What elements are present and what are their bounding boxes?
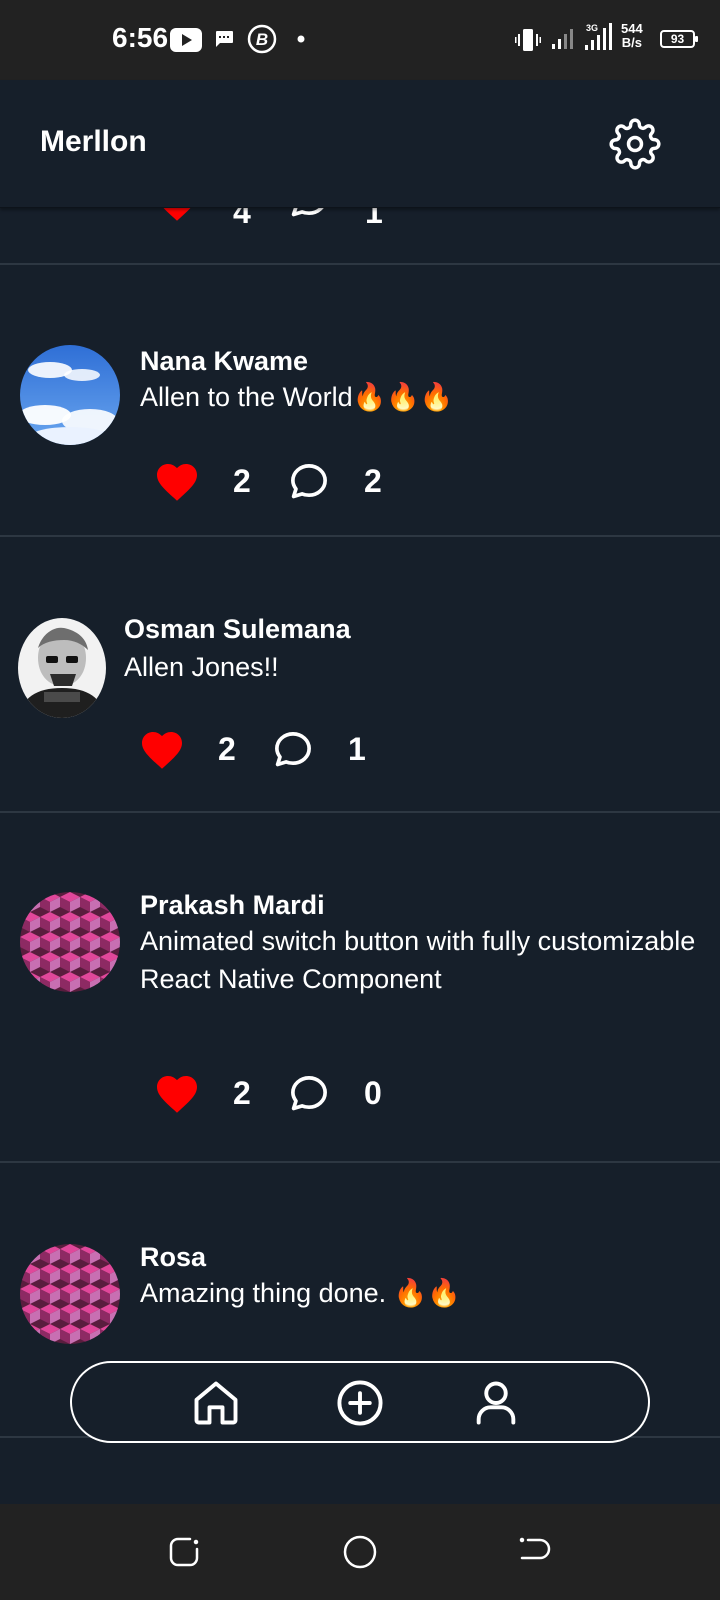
post-author[interactable]: Rosa xyxy=(140,1242,206,1273)
like-button[interactable] xyxy=(153,1070,201,1118)
avatar[interactable] xyxy=(18,618,106,718)
gear-icon xyxy=(609,118,661,170)
settings-button[interactable] xyxy=(609,118,661,170)
status-bar: 6:56 B 3G 544 B/s 93 xyxy=(0,0,720,80)
svg-text:3G: 3G xyxy=(586,23,598,33)
post-content: Animated switch button with fully custom… xyxy=(140,926,696,994)
comment-button[interactable] xyxy=(287,208,331,222)
network-speed-value: 544 xyxy=(621,21,643,36)
app-header: Merllon xyxy=(0,80,720,208)
network-speed-unit: B/s xyxy=(621,35,642,50)
like-count: 2 xyxy=(218,731,236,767)
post-author[interactable]: Osman Sulemana xyxy=(124,614,351,645)
avatar[interactable] xyxy=(20,1244,120,1344)
like-button[interactable] xyxy=(138,726,186,774)
back-icon[interactable] xyxy=(518,1534,554,1570)
comment-button[interactable] xyxy=(271,728,315,772)
signal-3g-icon: 3G xyxy=(585,23,612,50)
comment-button[interactable] xyxy=(287,1072,331,1116)
post-content: Amazing thing done. 🔥🔥 xyxy=(140,1278,461,1308)
post-content: Allen Jones!! xyxy=(124,652,279,682)
signal-icon xyxy=(552,29,573,49)
post-divider xyxy=(0,535,720,537)
comment-count: 1 xyxy=(348,731,366,767)
like-count: 4 xyxy=(233,208,251,230)
post-author[interactable]: Nana Kwame xyxy=(140,346,308,377)
post-divider xyxy=(0,1161,720,1163)
avatar[interactable] xyxy=(20,892,120,992)
post-divider xyxy=(0,811,720,813)
message-icon xyxy=(216,31,233,47)
add-post-icon[interactable] xyxy=(334,1377,386,1429)
like-count: 2 xyxy=(233,1075,251,1111)
svg-text:B: B xyxy=(256,30,268,49)
post-divider xyxy=(0,263,720,265)
comment-count: 0 xyxy=(364,1075,382,1111)
system-nav-bar xyxy=(0,1504,720,1600)
comment-button[interactable] xyxy=(287,460,331,504)
like-count: 2 xyxy=(233,463,251,499)
recents-icon[interactable] xyxy=(166,1534,202,1570)
vibrate-icon xyxy=(515,29,541,51)
home-nav-icon[interactable] xyxy=(342,1534,378,1570)
app-title: Merllon xyxy=(40,125,147,158)
bottom-tab-bar xyxy=(70,1361,650,1443)
post-feed: 4 1 Nana Kwame Allen to the World🔥🔥🔥 2 2 xyxy=(0,208,720,1504)
notification-dot-icon xyxy=(297,35,305,43)
post-author[interactable]: Prakash Mardi xyxy=(140,890,325,921)
bitcoin-icon: B xyxy=(247,24,277,54)
youtube-icon xyxy=(170,28,202,52)
profile-icon[interactable] xyxy=(470,1377,522,1429)
avatar[interactable] xyxy=(20,345,120,445)
home-icon[interactable] xyxy=(190,1377,242,1429)
like-button[interactable] xyxy=(153,458,201,506)
battery-indicator: 93 xyxy=(660,30,698,48)
status-time: 6:56 xyxy=(112,22,169,53)
comment-count: 1 xyxy=(365,208,383,230)
comment-count: 2 xyxy=(364,463,382,499)
like-button[interactable] xyxy=(153,208,201,226)
network-speed: 544 B/s xyxy=(621,22,643,50)
post-content: Allen to the World🔥🔥🔥 xyxy=(140,382,454,412)
